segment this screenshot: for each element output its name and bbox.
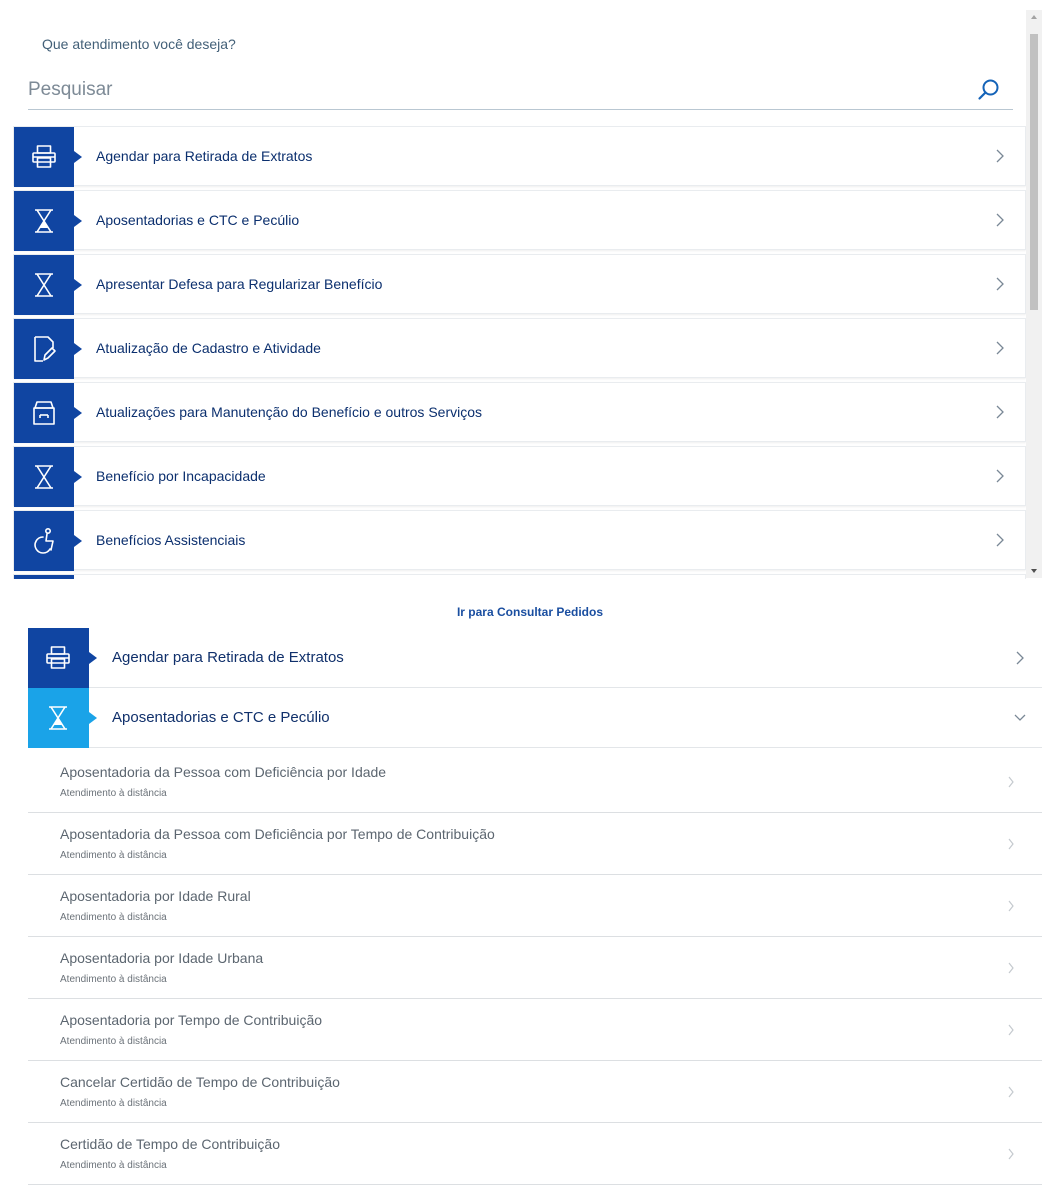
search-input[interactable] [28, 74, 958, 106]
category-item[interactable]: Atualizações para Manutenção do Benefíci… [13, 382, 1026, 443]
category-icon [14, 575, 74, 579]
service-title: Aposentadoria por Idade Rural [60, 888, 251, 904]
chevron-right-icon [1008, 900, 1014, 912]
service-item[interactable]: Cancelar Certidão de Tempo de Contribuiç… [28, 1061, 1042, 1123]
category-item[interactable]: Agendar para Retirada de Extratos [13, 126, 1026, 187]
consult-requests-link[interactable]: Ir para Consultar Pedidos [0, 605, 1042, 619]
service-title: Aposentadoria da Pessoa com Deficiência … [60, 826, 495, 842]
service-accordion: Agendar para Retirada de Extratos Aposen… [28, 628, 1042, 1185]
scrollbar[interactable] [1026, 10, 1042, 578]
service-mode: Atendimento à distância [60, 788, 167, 799]
category-label: Atualização de Cadastro e Atividade [96, 340, 321, 356]
service-item[interactable]: Aposentadoria por Idade Urbana Atendimen… [28, 937, 1042, 999]
chevron-down-icon [1014, 714, 1026, 721]
service-mode: Atendimento à distância [60, 974, 167, 985]
service-item[interactable]: Aposentadoria por Tempo de Contribuição … [28, 999, 1042, 1061]
chevron-right-icon [1008, 776, 1014, 788]
category-item[interactable]: Atualização de Cadastro e Atividade [13, 318, 1026, 379]
hourglass-icon [14, 191, 82, 251]
printer-icon [14, 127, 82, 187]
category-item[interactable]: Benefício por Incapacidade [13, 446, 1026, 507]
service-title: Aposentadoria por Tempo de Contribuição [60, 1012, 323, 1028]
chevron-right-icon [1008, 1086, 1014, 1098]
service-mode: Atendimento à distância [60, 1160, 167, 1171]
service-item[interactable]: Certidão de Tempo de Contribuição Atendi… [28, 1123, 1042, 1185]
service-mode: Atendimento à distância [60, 1098, 167, 1109]
chevron-right-icon [1008, 838, 1014, 850]
chevron-right-icon [996, 533, 1004, 547]
service-title: Certidão de Tempo de Contribuição [60, 1136, 280, 1152]
category-label: Apresentar Defesa para Regularizar Benef… [96, 276, 383, 292]
accordion-label: Aposentadorias e CTC e Pecúlio [112, 709, 330, 726]
chevron-right-icon [996, 405, 1004, 419]
service-item[interactable]: Aposentadoria da Pessoa com Deficiência … [28, 813, 1042, 875]
hourglass-icon [14, 447, 82, 507]
category-label: Aposentadorias e CTC e Pecúlio [96, 212, 300, 228]
chevron-right-icon [996, 469, 1004, 483]
archive-box-icon [14, 383, 82, 443]
category-label: Benefício por Incapacidade [96, 468, 266, 484]
search-icon[interactable] [975, 76, 1003, 104]
service-mode: Atendimento à distância [60, 912, 167, 923]
chevron-right-icon [1008, 1148, 1014, 1160]
service-item[interactable]: Aposentadoria da Pessoa com Deficiência … [28, 751, 1042, 813]
chevron-right-icon [996, 213, 1004, 227]
hourglass-icon [28, 688, 97, 748]
printer-icon [28, 628, 97, 688]
hourglass-icon [14, 255, 82, 315]
service-title: Aposentadoria da Pessoa com Deficiência … [60, 764, 387, 780]
service-mode: Atendimento à distância [60, 850, 167, 861]
accessibility-icon [14, 511, 82, 571]
chevron-right-icon [1008, 962, 1014, 974]
category-label: Benefícios Assistenciais [96, 532, 246, 548]
chevron-right-icon [1008, 1024, 1014, 1036]
scrollbar-thumb[interactable] [1030, 34, 1038, 310]
scroll-down-icon[interactable] [1029, 566, 1039, 576]
document-edit-icon [14, 319, 82, 379]
service-title: Cancelar Certidão de Tempo de Contribuiç… [60, 1074, 340, 1090]
service-item[interactable]: Aposentadoria por Idade Rural Atendiment… [28, 875, 1042, 937]
scroll-up-icon[interactable] [1029, 12, 1039, 22]
service-title: Aposentadoria por Idade Urbana [60, 950, 264, 966]
search-box [28, 70, 1013, 110]
search-prompt: Que atendimento você deseja? [42, 36, 236, 52]
service-search-panel: Que atendimento você deseja? Agendar par… [0, 0, 1042, 600]
category-item[interactable]: Aposentadorias e CTC e Pecúlio [13, 190, 1026, 251]
accordion-item-expanded[interactable]: Aposentadorias e CTC e Pecúlio [28, 688, 1042, 748]
chevron-right-icon [1016, 651, 1024, 665]
chevron-right-icon [996, 277, 1004, 291]
chevron-right-icon [996, 341, 1004, 355]
category-label: Atualizações para Manutenção do Benefíci… [96, 404, 483, 420]
accordion-label: Agendar para Retirada de Extratos [112, 649, 344, 666]
service-mode: Atendimento à distância [60, 1036, 167, 1047]
category-list: Agendar para Retirada de Extratos Aposen… [13, 126, 1026, 579]
category-item[interactable]: Apresentar Defesa para Regularizar Benef… [13, 254, 1026, 315]
accordion-item[interactable]: Agendar para Retirada de Extratos [28, 628, 1042, 688]
chevron-right-icon [996, 149, 1004, 163]
category-label: Agendar para Retirada de Extratos [96, 148, 313, 164]
category-item[interactable]: Benefícios Assistenciais [13, 510, 1026, 571]
category-item[interactable] [13, 574, 1026, 579]
